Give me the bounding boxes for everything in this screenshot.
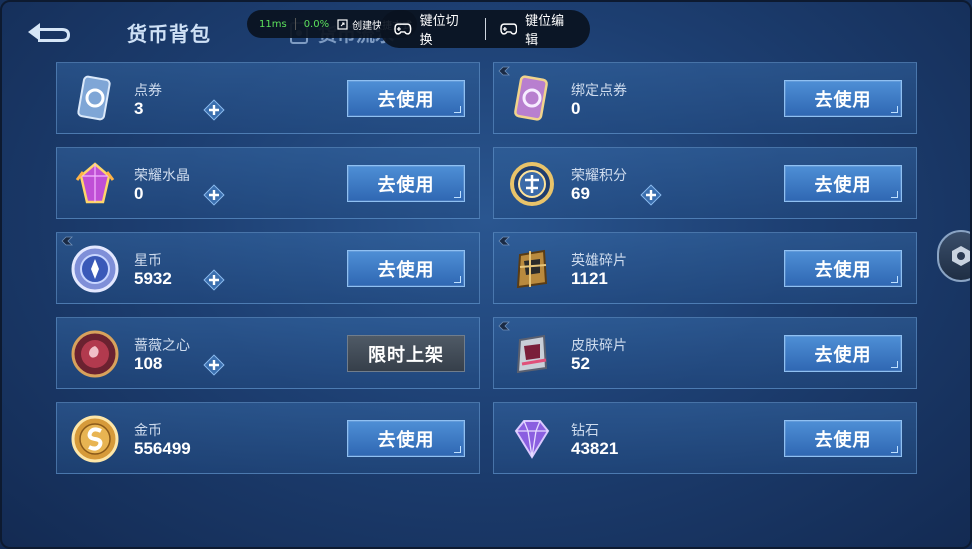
currency-amount: 43821 [571,439,619,458]
use-button[interactable]: 去使用 [347,250,465,287]
currency-amount: 0 [134,184,144,203]
add-button[interactable] [203,99,225,121]
hero-shard-icon [516,249,548,289]
currency-card-skin-shard: 皮肤碎片 52 去使用 [493,317,917,389]
currency-amount: 108 [134,354,163,373]
currency-amount: 5932 [134,269,172,288]
gold-coin-icon [71,415,119,463]
use-button[interactable]: 去使用 [347,80,465,117]
use-button[interactable]: 去使用 [784,80,902,117]
currency-name: 荣耀积分 [571,168,627,184]
currency-name: 点券 [134,83,162,99]
back-arrow-icon [28,23,70,42]
hexagon-icon [952,246,970,266]
currency-name: 金币 [134,423,162,439]
crystal-icon [75,162,115,204]
add-button[interactable] [203,269,225,291]
currency-amount: 0 [571,99,581,118]
diamond-icon [514,420,550,459]
currency-card-ticket: 点券 3 去使用 [56,62,480,134]
use-button[interactable]: 去使用 [347,420,465,457]
ping-readout: 11ms [259,18,287,30]
use-button[interactable]: 去使用 [784,420,902,457]
currency-card-points: 荣耀积分 69 去使用 [493,147,917,219]
rose-heart-icon [71,330,119,378]
shortcut-icon [337,18,348,30]
limited-time-button[interactable]: 限时上架 [347,335,465,372]
star-coin-icon [71,245,119,293]
back-button[interactable] [24,18,74,46]
currency-name: 英雄碎片 [571,253,627,269]
currency-card-star-coin: 星币 5932 去使用 [56,232,480,304]
currency-name: 皮肤碎片 [571,338,627,354]
key-mapping-bar: 键位切换 键位编辑 [380,10,590,48]
key-switch-button[interactable]: 键位切换 [380,10,485,48]
currency-amount: 1121 [571,269,608,288]
currency-amount: 556499 [134,439,191,458]
bound-ticket-icon [514,75,548,121]
currency-card-crystal: 荣耀水晶 0 去使用 [56,147,480,219]
currency-amount: 3 [134,99,144,118]
add-button[interactable] [640,184,662,206]
currency-name: 荣耀水晶 [134,168,190,184]
gamepad-icon [499,23,517,35]
currency-name: 蔷薇之心 [134,338,190,354]
currency-name: 绑定点券 [571,83,627,99]
key-edit-label: 键位编辑 [525,13,565,47]
currency-card-gold-coin: 金币 556499 去使用 [56,402,480,474]
gamepad-icon [394,23,412,35]
currency-card-rose-heart: 蔷薇之心 108 限时上架 [56,317,480,389]
skin-shard-icon [516,334,548,374]
add-button[interactable] [203,354,225,376]
loss-readout: 0.0% [303,18,330,30]
currency-card-bound-ticket: 绑定点券 0 去使用 [493,62,917,134]
currency-name: 钻石 [571,423,599,439]
ticket-icon [77,75,111,121]
use-button[interactable]: 去使用 [784,250,902,287]
currency-card-hero-shard: 英雄碎片 1121 去使用 [493,232,917,304]
use-button[interactable]: 去使用 [784,165,902,202]
divider [294,18,296,30]
currency-name: 星币 [134,253,162,269]
points-icon [510,162,554,206]
currency-card-diamond: 钻石 43821 去使用 [493,402,917,474]
tab-currency-bag[interactable]: 货币背包 [127,18,211,47]
add-button[interactable] [203,184,225,206]
use-button[interactable]: 去使用 [347,165,465,202]
key-edit-button[interactable]: 键位编辑 [486,10,591,48]
key-switch-label: 键位切换 [419,13,459,47]
use-button[interactable]: 去使用 [784,335,902,372]
currency-amount: 69 [571,184,590,203]
currency-amount: 52 [571,354,590,373]
side-menu-handle[interactable] [937,230,972,282]
